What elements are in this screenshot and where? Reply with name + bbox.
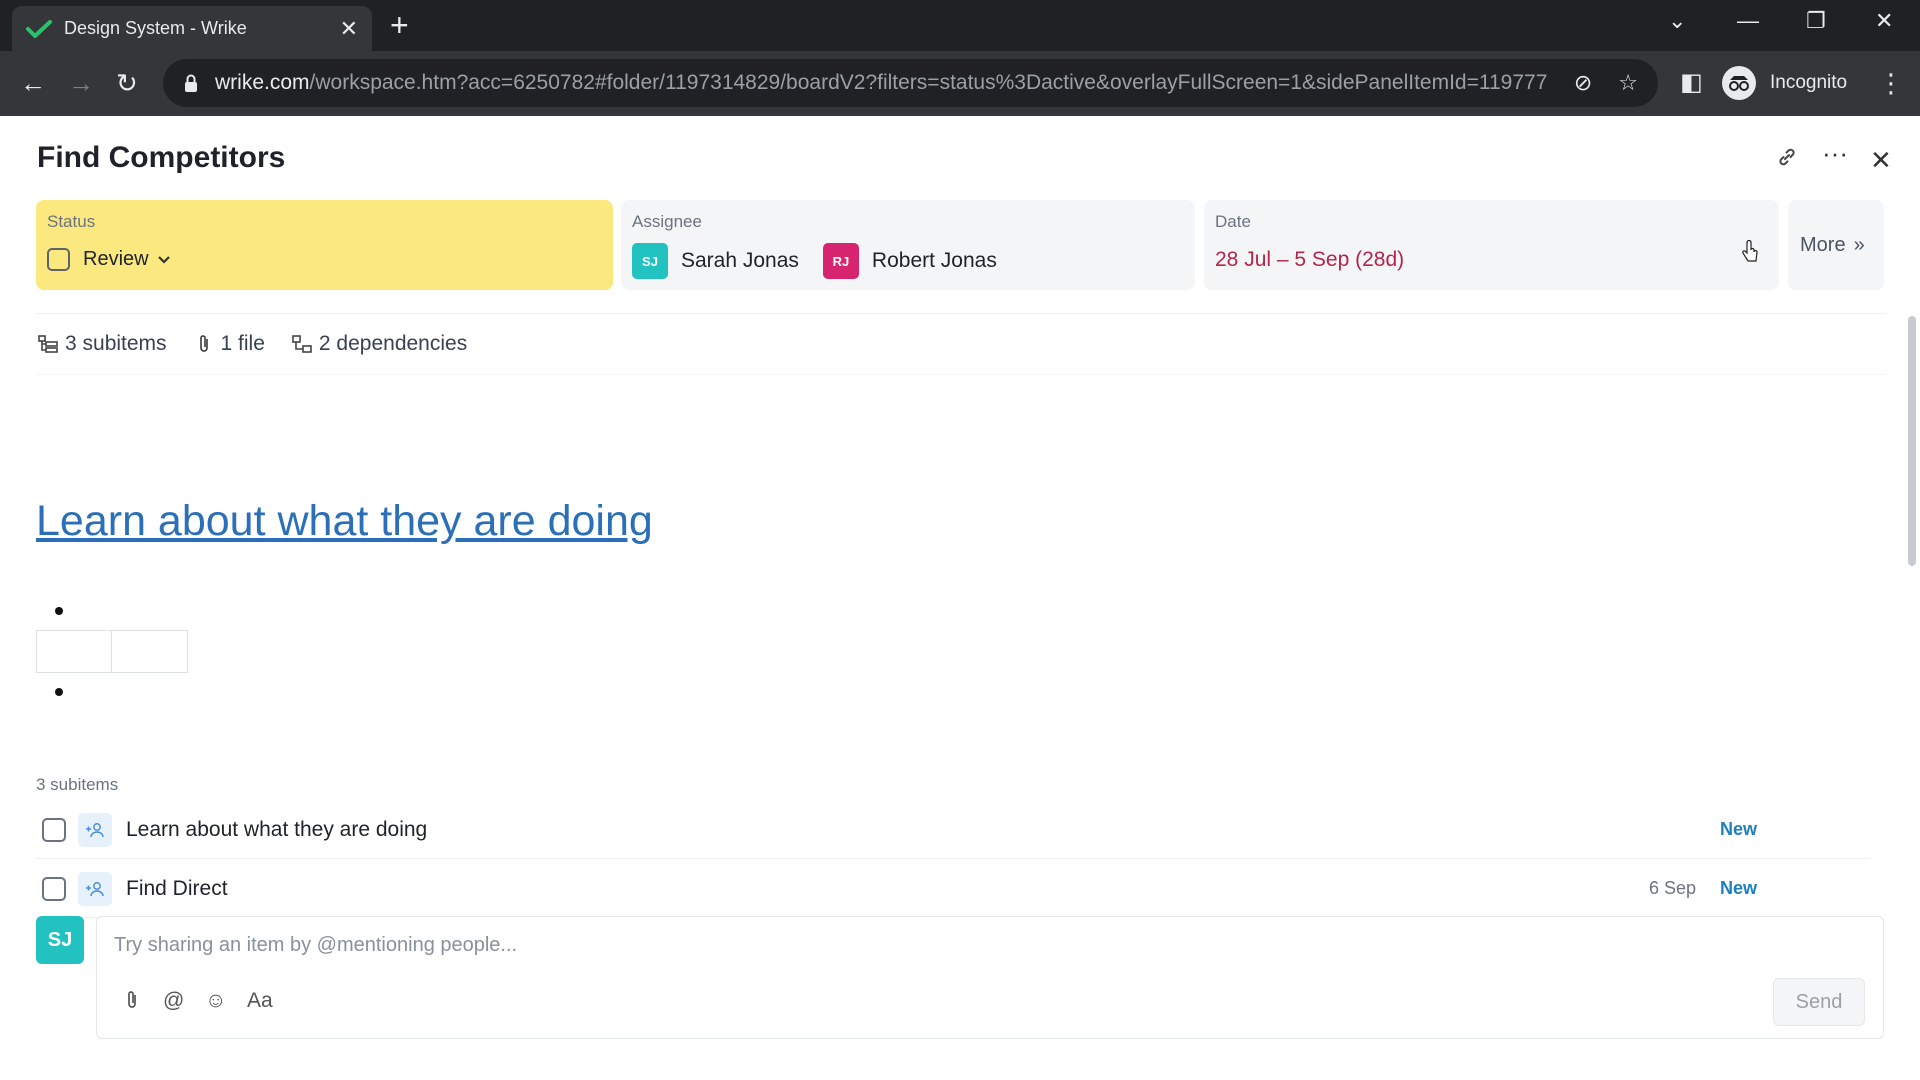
assignee-field[interactable]: Assignee SJ Sarah Jonas RJ Robert Jonas bbox=[621, 200, 1195, 290]
date-label: Date bbox=[1215, 212, 1251, 231]
new-tab-icon[interactable]: + bbox=[390, 9, 409, 41]
more-label: More bbox=[1800, 233, 1846, 256]
address-bar[interactable]: wrike.com/workspace.htm?acc=6250782#fold… bbox=[163, 59, 1658, 107]
browser-tab-active[interactable]: Design System - Wrike ✕ bbox=[12, 6, 372, 51]
reload-icon[interactable]: ↻ bbox=[116, 65, 138, 101]
tab-search-icon[interactable]: ⌄ bbox=[1668, 8, 1686, 34]
copy-link-icon[interactable] bbox=[1775, 145, 1799, 176]
side-panel-icon[interactable]: ◧ bbox=[1680, 65, 1703, 101]
subitem-date[interactable]: 6 Sep bbox=[1649, 878, 1696, 899]
subitems-heading: 3 subitems bbox=[36, 775, 119, 794]
mention-icon[interactable]: @ bbox=[163, 989, 184, 1013]
more-options-icon[interactable]: ··· bbox=[1822, 138, 1848, 169]
forward-icon[interactable]: → bbox=[68, 65, 94, 101]
url-path: /workspace.htm?acc=6250782#folder/119731… bbox=[309, 71, 1548, 94]
subitem-checkbox[interactable] bbox=[42, 876, 66, 901]
subitem-checkbox[interactable] bbox=[42, 817, 66, 842]
hand-cursor-icon bbox=[1742, 240, 1758, 262]
dependencies-count: 2 dependencies bbox=[318, 332, 468, 355]
assignee-label: Assignee bbox=[632, 212, 702, 231]
date-value[interactable]: 28 Jul – 5 Sep (28d) bbox=[1215, 248, 1768, 272]
emoji-icon[interactable]: ☺ bbox=[205, 989, 226, 1013]
assignee-name[interactable]: Robert Jonas bbox=[872, 249, 997, 273]
avatar: RJ bbox=[822, 243, 859, 279]
divider bbox=[36, 313, 1886, 314]
complete-checkbox[interactable] bbox=[47, 248, 70, 271]
tab-close-icon[interactable]: ✕ bbox=[340, 17, 358, 40]
files-count: 1 file bbox=[220, 332, 265, 355]
subitem-title[interactable]: Find Direct bbox=[126, 877, 1649, 901]
date-field[interactable]: Date 28 Jul – 5 Sep (28d) bbox=[1204, 200, 1779, 290]
close-panel-icon[interactable]: ✕ bbox=[1870, 145, 1892, 176]
lock-icon bbox=[185, 74, 197, 92]
dependencies-icon bbox=[292, 335, 312, 353]
minimize-icon[interactable]: — bbox=[1737, 8, 1759, 34]
files-link[interactable]: 1 file bbox=[193, 332, 265, 356]
comment-composer: @ ☺ Aa Send bbox=[96, 916, 1884, 1039]
description-link[interactable]: Learn about what they are doing bbox=[36, 497, 653, 546]
double-chevron-right-icon: » bbox=[1853, 233, 1865, 256]
bookmark-star-icon[interactable]: ☆ bbox=[1618, 70, 1638, 96]
subitem-title[interactable]: Learn about what they are doing bbox=[126, 818, 1696, 842]
tab-title: Design System - Wrike bbox=[64, 18, 247, 38]
description-table bbox=[36, 630, 188, 673]
avatar: SJ bbox=[36, 916, 84, 964]
dependencies-link[interactable]: 2 dependencies bbox=[291, 332, 467, 356]
task-meta-row: 3 subitems 1 file 2 dependencies bbox=[37, 332, 493, 356]
list-item[interactable]: Learn about what they are doing New bbox=[36, 801, 1870, 859]
wrike-logo-icon bbox=[26, 19, 52, 38]
subitems-count: 3 subitems bbox=[65, 332, 167, 355]
window-close-icon[interactable]: ✕ bbox=[1875, 8, 1893, 34]
subitems-icon bbox=[38, 335, 58, 353]
incognito-icon bbox=[1722, 66, 1756, 100]
chevron-down-icon[interactable] bbox=[157, 253, 171, 267]
incognito-label: Incognito bbox=[1770, 72, 1848, 93]
bullet-point bbox=[55, 688, 63, 696]
scrollbar[interactable] bbox=[1908, 316, 1916, 566]
restore-icon[interactable]: ❐ bbox=[1806, 8, 1826, 34]
status-label: Status bbox=[47, 212, 96, 231]
tracking-protection-icon[interactable]: ⊘ bbox=[1574, 70, 1592, 96]
back-icon[interactable]: ← bbox=[20, 65, 46, 101]
task-title[interactable]: Find Competitors bbox=[37, 141, 285, 175]
subitem-status[interactable]: New bbox=[1720, 819, 1870, 840]
browser-tab-strip: Design System - Wrike ✕ + ⌄ — ❐ ✕ bbox=[0, 0, 1920, 51]
table-cell[interactable] bbox=[36, 630, 112, 673]
send-button[interactable]: Send bbox=[1773, 978, 1865, 1026]
assignee-name[interactable]: Sarah Jonas bbox=[681, 249, 799, 273]
table-cell[interactable] bbox=[112, 630, 188, 673]
subitem-status[interactable]: New bbox=[1720, 878, 1870, 899]
incognito-profile[interactable]: Incognito bbox=[1722, 61, 1847, 105]
status-value[interactable]: Review bbox=[83, 248, 149, 271]
divider bbox=[36, 374, 1886, 375]
url-text: wrike.com/workspace.htm?acc=6250782#fold… bbox=[215, 71, 1548, 95]
subitems-link[interactable]: 3 subitems bbox=[37, 332, 167, 356]
attach-icon[interactable] bbox=[123, 989, 141, 1017]
avatar: SJ bbox=[632, 243, 668, 279]
browser-menu-icon[interactable]: ⋮ bbox=[1878, 65, 1904, 101]
add-assignee-icon[interactable] bbox=[78, 871, 112, 906]
list-item[interactable]: Find Direct 6 Sep New bbox=[36, 860, 1870, 918]
more-fields-button[interactable]: More » bbox=[1788, 200, 1884, 290]
add-assignee-icon[interactable] bbox=[78, 812, 112, 847]
text-format-button[interactable]: Aa bbox=[247, 989, 273, 1013]
bullet-point bbox=[55, 607, 63, 615]
comment-input[interactable] bbox=[114, 934, 1814, 957]
url-host: wrike.com bbox=[215, 71, 310, 94]
paperclip-icon bbox=[199, 335, 208, 352]
status-field[interactable]: Status Review bbox=[36, 200, 613, 290]
browser-toolbar: ← → ↻ wrike.com/workspace.htm?acc=625078… bbox=[0, 51, 1920, 116]
